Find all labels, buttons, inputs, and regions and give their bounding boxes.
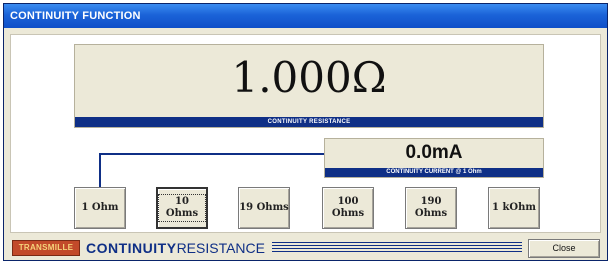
footer-bar: TRANSMILLE CONTINUITYRESISTANCE Close xyxy=(10,237,601,259)
brand-bold-text: CONTINUITY xyxy=(86,240,177,256)
current-display: 0.0mA CONTINUITY CURRENT @ 1 Ohm xyxy=(324,138,544,178)
range-button-1-kohm[interactable]: 1 kOhm xyxy=(488,187,540,229)
resistance-value: 1.000Ω xyxy=(231,53,387,102)
function-brand: CONTINUITYRESISTANCE xyxy=(86,240,265,256)
transmille-logo: TRANSMILLE xyxy=(12,240,80,256)
range-button-label: 19 Ohms xyxy=(239,202,289,213)
connector-vertical xyxy=(99,153,101,187)
range-button-label: 1 Ohm xyxy=(81,202,119,213)
window-title: CONTINUITY FUNCTION xyxy=(4,4,607,28)
decorative-stripes xyxy=(272,242,522,254)
resistance-label: CONTINUITY RESISTANCE xyxy=(75,117,543,127)
range-button-label: 100 Ohms xyxy=(331,196,365,219)
range-button-1-ohm[interactable]: 1 Ohm xyxy=(74,187,126,229)
content-panel: 1.000Ω CONTINUITY RESISTANCE 0.0mA CONTI… xyxy=(10,34,601,233)
current-value: 0.0mA xyxy=(405,142,463,163)
range-button-100-ohms[interactable]: 100 Ohms xyxy=(322,187,374,229)
range-button-190-ohms[interactable]: 190 Ohms xyxy=(405,187,457,229)
close-button[interactable]: Close xyxy=(528,239,600,258)
range-button-19-ohms[interactable]: 19 Ohms xyxy=(238,187,290,229)
range-button-label: 190 Ohms xyxy=(414,196,448,219)
connector-horizontal xyxy=(99,153,325,155)
brand-light-text: RESISTANCE xyxy=(176,240,265,256)
current-label: CONTINUITY CURRENT @ 1 Ohm xyxy=(325,168,543,177)
continuity-function-window: CONTINUITY FUNCTION 1.000Ω CONTINUITY RE… xyxy=(3,3,608,261)
range-button-10-ohms[interactable]: 10 Ohms xyxy=(156,187,208,229)
range-button-label: 1 kOhm xyxy=(492,202,536,213)
resistance-display: 1.000Ω CONTINUITY RESISTANCE xyxy=(74,44,544,128)
range-button-label: 10 Ohms xyxy=(158,194,206,222)
